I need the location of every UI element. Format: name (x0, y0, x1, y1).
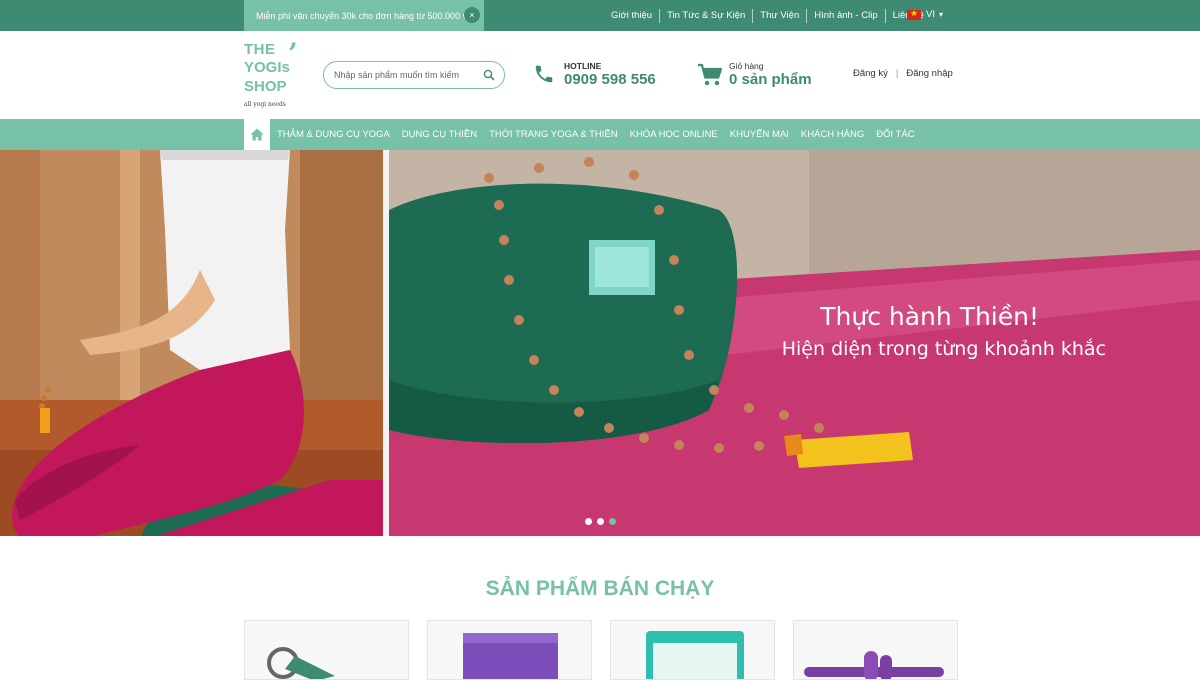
product-card[interactable] (244, 620, 409, 680)
slide-title: Thực hành Thiền! (820, 302, 1039, 331)
nav-menu: THẢM & DỤNG CỤ YOGA DỤNG CỤ THIỀN THỜI T… (277, 119, 927, 150)
main-nav: THẢM & DỤNG CỤ YOGA DỤNG CỤ THIỀN THỜI T… (0, 119, 1200, 150)
logo-line-3: SHOP (244, 78, 287, 95)
home-icon (250, 128, 264, 141)
auth-links: Đăng ký | Đăng nhập (853, 68, 953, 79)
cart-label: Giỏ hàng (729, 61, 764, 71)
hero-slider: Thực hành Thiền! Hiện diện trong từng kh… (0, 150, 1200, 536)
nav-item-promotions[interactable]: KHUYẾN MẠI (730, 129, 789, 140)
slide-subtitle: Hiện diện trong từng khoảnh khắc (781, 338, 1106, 360)
top-link-media[interactable]: Hình ảnh - Clip (807, 8, 886, 23)
meditation-photo (0, 150, 383, 536)
logo-line-2: YOGIs (244, 59, 290, 76)
nav-item-yoga-mats[interactable]: THẢM & DỤNG CỤ YOGA (277, 129, 390, 140)
top-link-news[interactable]: Tin Tức & Sự Kiện (660, 8, 754, 23)
home-button[interactable] (244, 119, 270, 150)
logo-line-1: THE (244, 41, 276, 58)
slider-dots (585, 518, 621, 525)
top-bar: Miễn phí vận chuyển 30k cho đơn hàng từ … (0, 0, 1200, 31)
search-icon[interactable] (482, 68, 496, 82)
vietnam-flag-icon (907, 8, 921, 20)
nav-item-online-courses[interactable]: KHÓA HỌC ONLINE (630, 129, 718, 140)
hotline-label: HOTLINE (564, 61, 602, 71)
cart-icon (698, 63, 723, 86)
logo-tagline: all yogi needs (244, 101, 286, 108)
language-label: VI (926, 9, 935, 20)
nav-item-fashion[interactable]: THỜI TRANG YOGA & THIỀN (489, 129, 618, 140)
slider-dot-3[interactable] (609, 518, 616, 525)
top-link-about[interactable]: Giới thiệu (604, 8, 661, 23)
slider-dot-2[interactable] (597, 518, 604, 525)
register-link[interactable]: Đăng ký (853, 68, 888, 79)
logo-mark: ’ (288, 37, 298, 70)
hotline-number[interactable]: 0909 598 556 (564, 71, 656, 88)
header: THE YOGIs SHOP ’ all yogi needs HOTLINE … (0, 31, 1200, 119)
slider-dot-1[interactable] (585, 518, 592, 525)
top-links: Giới thiệu Tin Tức & Sự Kiện Thư Viện Hì… (604, 0, 931, 31)
promo-text: Miễn phí vận chuyển 30k cho đơn hàng từ … (256, 10, 478, 21)
chevron-down-icon: ▾ (938, 10, 943, 19)
nav-item-customers[interactable]: KHÁCH HÀNG (801, 129, 864, 140)
section-title: SẢN PHẨM BÁN CHẠY (485, 577, 715, 600)
top-link-library[interactable]: Thư Viện (753, 8, 808, 23)
nav-item-meditation-tools[interactable]: DỤNG CỤ THIỀN (402, 129, 477, 140)
login-link[interactable]: Đăng nhập (906, 68, 952, 79)
product-card[interactable] (427, 620, 592, 680)
product-card[interactable] (793, 620, 958, 680)
promo-banner: Miễn phí vận chuyển 30k cho đơn hàng từ … (244, 0, 484, 31)
logo[interactable]: THE YOGIs SHOP ’ all yogi needs (244, 37, 314, 111)
auth-separator: | (895, 68, 899, 79)
search-input[interactable] (334, 67, 479, 83)
close-icon[interactable]: × (464, 7, 480, 23)
cart-count: 0 sản phẩm (729, 71, 812, 88)
nav-item-partners[interactable]: ĐỐI TÁC (876, 129, 914, 140)
phone-icon (535, 65, 553, 83)
product-card[interactable] (610, 620, 775, 680)
product-grid (244, 620, 958, 680)
search-box (323, 61, 505, 89)
language-selector[interactable]: VI ▾ (907, 8, 943, 20)
